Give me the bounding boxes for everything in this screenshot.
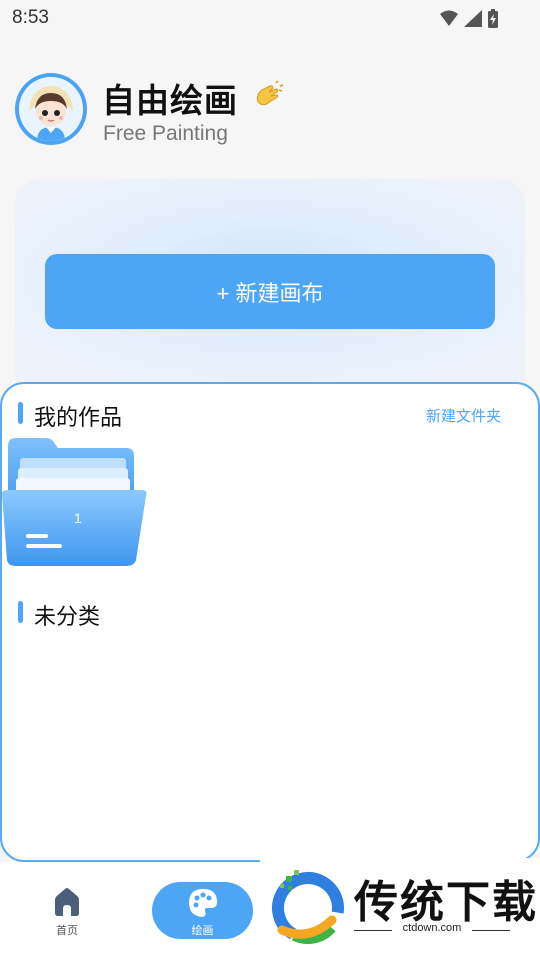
nav-home[interactable]: 首页 xyxy=(42,884,92,940)
new-folder-button[interactable]: 新建文件夹 xyxy=(426,405,501,426)
nav-home-label: 首页 xyxy=(56,924,78,937)
section-marker xyxy=(18,601,23,623)
folder-item[interactable] xyxy=(0,436,150,570)
home-icon xyxy=(55,888,79,916)
status-time: 8:53 xyxy=(12,7,49,28)
section-marker xyxy=(18,402,23,424)
ctdown-logo-icon xyxy=(272,870,344,944)
my-works-title: 我的作品 xyxy=(34,406,123,431)
status-icons xyxy=(440,9,498,28)
new-canvas-button[interactable]: + 新建画布 xyxy=(45,254,495,329)
girl-avatar-illustration xyxy=(19,77,83,141)
battery-icon xyxy=(488,9,498,28)
app-title: 自由绘画 xyxy=(102,81,238,120)
nav-draw[interactable]: 绘画 xyxy=(152,882,253,939)
watermark-line xyxy=(472,930,510,931)
clapping-hands-icon xyxy=(257,80,284,106)
status-bar: 8:53 xyxy=(0,0,540,38)
nav-draw-label: 绘画 xyxy=(191,924,214,937)
uncategorized-title: 未分类 xyxy=(34,605,101,630)
folder-count: 1 xyxy=(74,510,82,526)
watermark-url: ctdown.com xyxy=(402,922,462,934)
watermark-title: 传统下载 xyxy=(354,877,538,928)
app-subtitle: Free Painting xyxy=(103,122,228,145)
avatar[interactable] xyxy=(15,73,87,145)
watermark: 传统下载 ctdown.com xyxy=(260,858,540,960)
signal-icon xyxy=(464,10,482,27)
folder-icon xyxy=(2,438,147,566)
palette-icon xyxy=(189,889,217,917)
wifi-icon xyxy=(440,10,458,26)
